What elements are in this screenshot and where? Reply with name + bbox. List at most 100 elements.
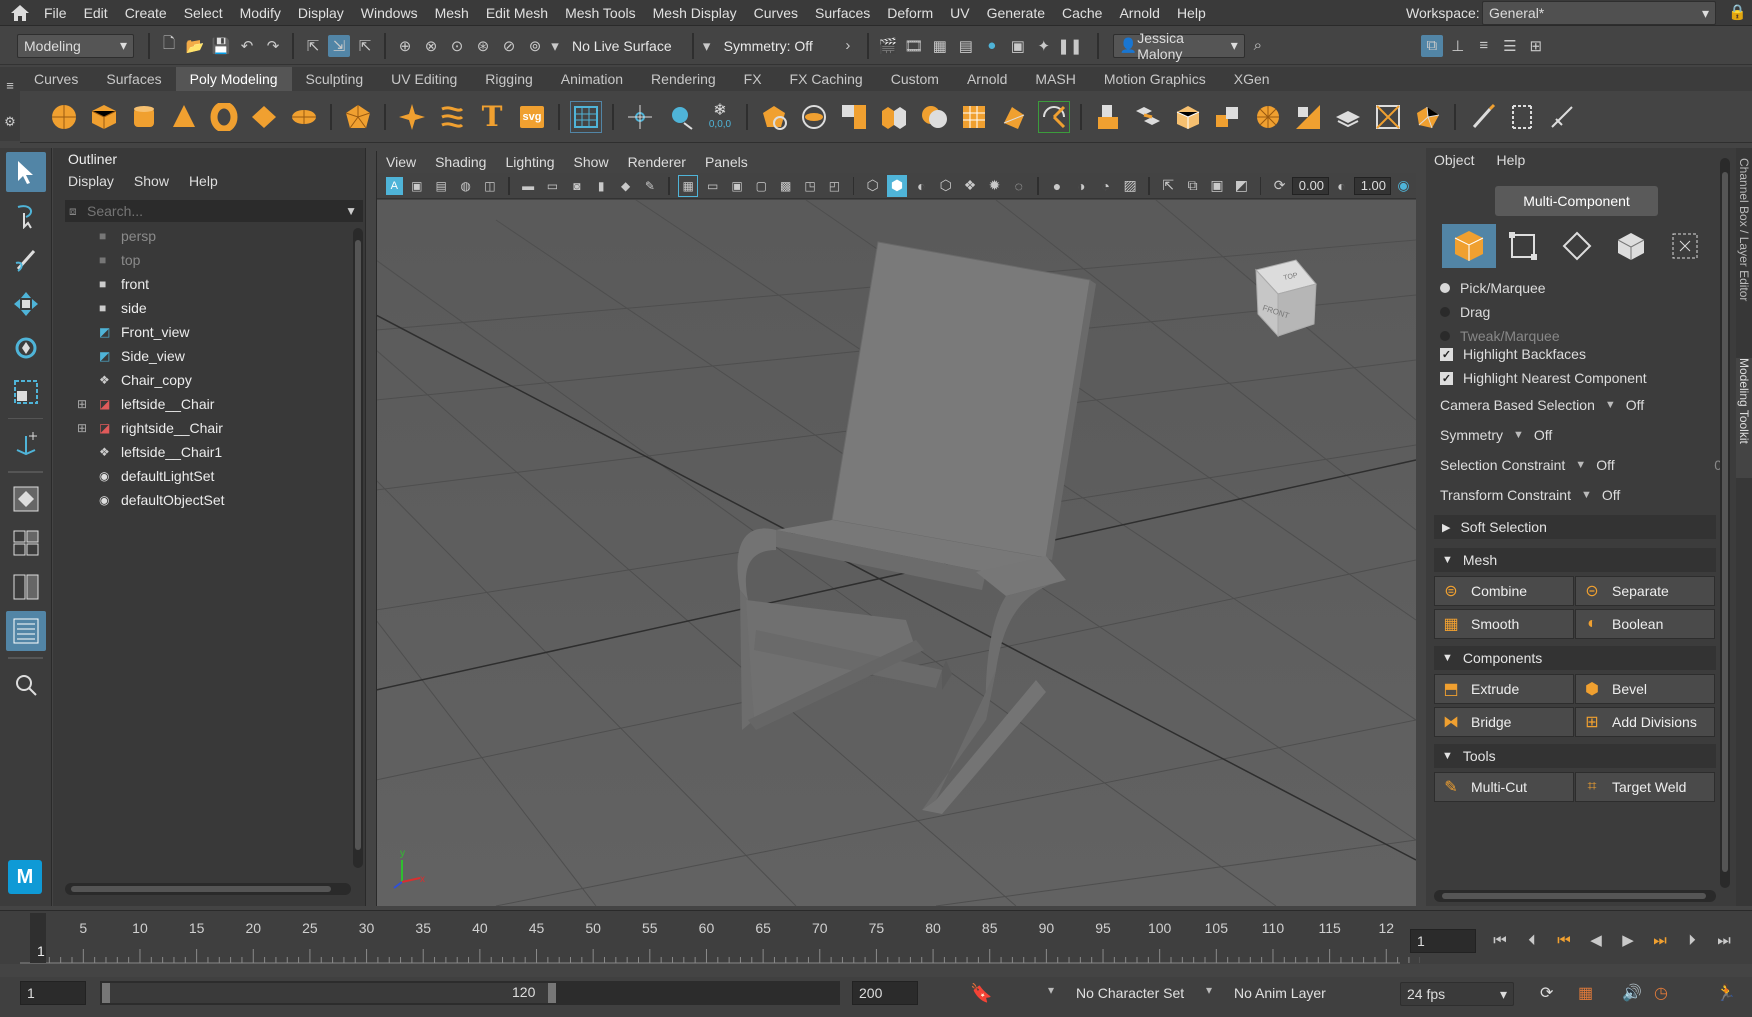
chevron-down-icon[interactable]: ▼ <box>1581 489 1592 501</box>
filter-icon[interactable]: ⧈ <box>69 204 87 219</box>
chevron-down-icon[interactable]: ▼ <box>1513 429 1524 441</box>
anim-layer-label[interactable]: No Anim Layer <box>1234 985 1326 1001</box>
poly-disc-icon[interactable] <box>288 101 320 133</box>
freeze-transform-icon[interactable] <box>664 101 696 133</box>
constraint-value[interactable]: Off <box>1596 457 1614 473</box>
triangulate-icon[interactable] <box>1372 101 1404 133</box>
light-editor-icon[interactable]: ✦ <box>1033 35 1055 57</box>
separate-button[interactable]: ⊝ Separate <box>1575 576 1715 606</box>
render-view-icon[interactable]: ▣ <box>1007 35 1029 57</box>
menu-arnold[interactable]: Arnold <box>1119 5 1159 21</box>
poly-torus-icon[interactable] <box>208 101 240 133</box>
poly-cone-icon[interactable] <box>168 101 200 133</box>
edge-mode-icon[interactable] <box>1550 224 1604 268</box>
animation-start-field[interactable]: 1 <box>20 981 86 1005</box>
menu-generate[interactable]: Generate <box>987 5 1045 21</box>
platonic-solid-icon[interactable] <box>342 101 374 133</box>
step-forward-icon[interactable]: ⏵ <box>1678 929 1706 951</box>
constraint-value[interactable]: Off <box>1602 487 1620 503</box>
resolution-gate-icon[interactable]: ▭ <box>542 175 562 197</box>
toolkit-menu-help[interactable]: Help <box>1496 152 1525 168</box>
multisample-aa-icon[interactable]: ◔ <box>1096 175 1116 197</box>
shelf-tab-rigging[interactable]: Rigging <box>471 67 546 91</box>
boolean-button[interactable]: ◐ Boolean <box>1575 609 1715 639</box>
quadrangulate-icon[interactable] <box>1412 101 1444 133</box>
step-back-key-icon[interactable]: ⏮ <box>1550 929 1578 951</box>
outliner-item[interactable]: ◉ defaultLightSet <box>53 464 349 488</box>
film-gate-icon[interactable]: ▬ <box>518 175 538 197</box>
shelf-tab-uv-editing[interactable]: UV Editing <box>377 67 471 91</box>
play-forward-icon[interactable]: ▶ <box>1614 929 1642 951</box>
outliner-vertical-scrollbar[interactable] <box>353 228 363 868</box>
step-forward-key-icon[interactable]: ⏭ <box>1646 929 1674 951</box>
selection-mode-option[interactable]: Pick/Marquee <box>1440 276 1560 300</box>
gate-mask-icon[interactable]: ◙ <box>567 175 587 197</box>
wireframe-icon[interactable]: ⬡ <box>862 175 882 197</box>
menu-mesh[interactable]: Mesh <box>435 5 469 21</box>
outliner-menu-help[interactable]: Help <box>189 173 218 189</box>
render-sequence-icon[interactable]: 🎞 <box>903 35 925 57</box>
select-by-hierarchy-icon[interactable]: ⇱ <box>302 35 324 57</box>
image-plane-icon[interactable]: ◍ <box>455 175 475 197</box>
move-tool-icon[interactable] <box>6 284 46 324</box>
expand-icon[interactable]: ⊞ <box>77 397 91 411</box>
shadows-icon[interactable]: ◌ <box>1009 175 1029 197</box>
time-slider[interactable]: 5 10 15 20 25 30 35 40 45 50 55 60 65 70 75 80 85 90 95 100… <box>0 910 1752 964</box>
chevron-right-icon[interactable]: › <box>837 35 859 57</box>
play-backward-icon[interactable]: ◀ <box>1582 929 1610 951</box>
hypershade-icon[interactable]: ● <box>981 35 1003 57</box>
shelf-tab-mash[interactable]: MASH <box>1021 67 1089 91</box>
shelf-tab-fx-caching[interactable]: FX Caching <box>776 67 877 91</box>
bridge-button[interactable]: ⧓ Bridge <box>1434 707 1574 737</box>
outliner-item[interactable]: ■ front <box>53 272 349 296</box>
workspace-dropdown[interactable]: General* ▾ <box>1482 1 1716 25</box>
exposure-icon[interactable]: ⟳ <box>1269 175 1289 197</box>
radio-button[interactable] <box>1440 283 1450 293</box>
paint-select-tool-icon[interactable] <box>6 240 46 280</box>
menu-select[interactable]: Select <box>184 5 223 21</box>
use-all-lights-icon[interactable]: ✹ <box>984 175 1004 197</box>
viewport-menu-panels[interactable]: Panels <box>705 154 748 170</box>
shelf-tab-xgen[interactable]: XGen <box>1220 67 1284 91</box>
toolkit-menu-object[interactable]: Object <box>1434 152 1474 168</box>
search-icon[interactable] <box>6 665 46 705</box>
shelf-tab-rendering[interactable]: Rendering <box>637 67 730 91</box>
shelf-tab-motion-graphics[interactable]: Motion Graphics <box>1090 67 1220 91</box>
menu-curves[interactable]: Curves <box>754 5 798 21</box>
combine-icon[interactable] <box>838 101 870 133</box>
isolate-select-icon[interactable]: ⇱ <box>1158 175 1178 197</box>
cache-icon[interactable]: ▦ <box>1578 983 1593 1003</box>
svg-tool-icon[interactable]: svg <box>516 101 548 133</box>
object-mode-icon[interactable] <box>1442 224 1496 268</box>
toolkit-horizontal-scrollbar[interactable] <box>1434 890 1716 902</box>
motion-blur-icon[interactable]: ◑ <box>1071 175 1091 197</box>
super-shape-icon[interactable] <box>396 101 428 133</box>
textured-icon[interactable]: ❖ <box>960 175 980 197</box>
snap-point-icon[interactable]: ⊙ <box>446 35 468 57</box>
outliner-layout-icon[interactable] <box>6 611 46 651</box>
chevron-down-icon[interactable]: ▼ <box>345 204 357 218</box>
new-scene-icon[interactable]: 🗋 <box>158 35 180 57</box>
radio-button[interactable] <box>1440 331 1450 341</box>
last-tool-icon[interactable] <box>6 425 46 465</box>
connect-icon[interactable] <box>1546 101 1578 133</box>
safe-action-toggle-icon[interactable]: ◳ <box>800 175 820 197</box>
gamma-field[interactable]: 1.00 <box>1353 176 1392 195</box>
menu-cache[interactable]: Cache <box>1062 5 1102 21</box>
gate-mask-toggle-icon[interactable]: ▢ <box>751 175 771 197</box>
render-settings-icon[interactable]: ▤ <box>955 35 977 57</box>
go-to-start-icon[interactable]: ⏮ <box>1486 929 1514 951</box>
outliner-item[interactable]: ◉ defaultObjectSet <box>53 488 349 512</box>
gamma-icon[interactable]: ◐ <box>1331 175 1351 197</box>
animation-end-field[interactable]: 200 <box>852 981 918 1005</box>
pause-icon[interactable]: ❚❚ <box>1057 35 1082 57</box>
mirror-icon[interactable] <box>958 101 990 133</box>
open-scene-icon[interactable]: 📂 <box>184 35 206 57</box>
menu-edit[interactable]: Edit <box>84 5 108 21</box>
poly-cube-icon[interactable] <box>88 101 120 133</box>
menu-edit-mesh[interactable]: Edit Mesh <box>486 5 548 21</box>
lock-icon[interactable]: 🔒 <box>1728 3 1747 21</box>
symmetry-label[interactable]: Symmetry: Off <box>724 38 813 54</box>
target-weld-button[interactable]: ⌗ Target Weld <box>1575 772 1715 802</box>
perspective-viewport[interactable]: TOP FRONT y x <box>376 200 1416 906</box>
